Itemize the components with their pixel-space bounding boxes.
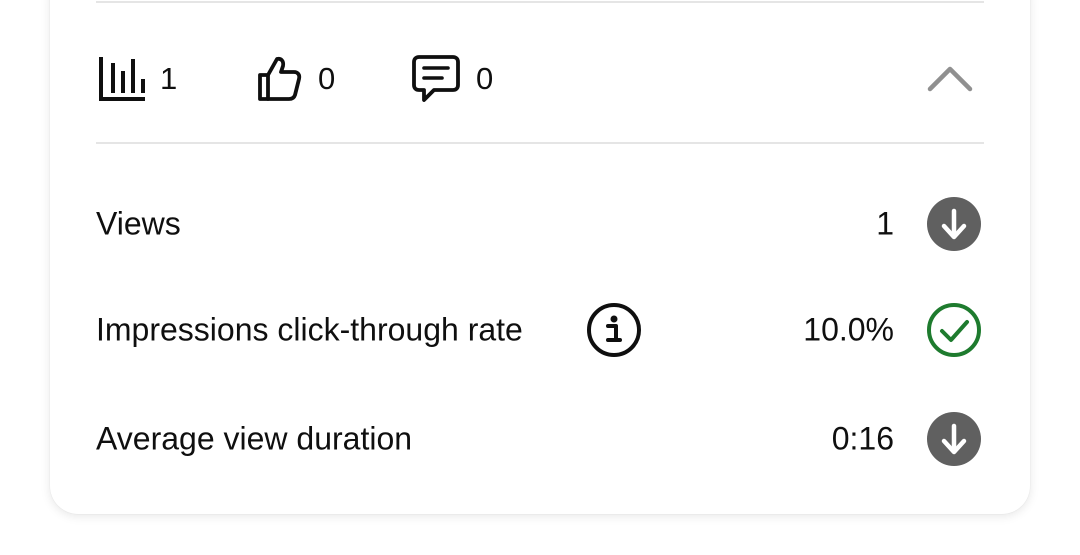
metric-value: 10.0%	[803, 311, 894, 348]
collapse-button[interactable]	[926, 54, 974, 102]
likes-count: 0	[318, 60, 336, 96]
info-icon[interactable]	[586, 302, 642, 358]
views-stat: 1	[96, 48, 177, 108]
comments-count: 0	[476, 60, 494, 96]
metric-row-ctr: Impressions click-through rate 10.0%	[96, 300, 984, 360]
metric-label: Average view duration	[96, 420, 413, 457]
top-divider	[96, 1, 984, 3]
metric-row-average-view-duration: Average view duration 0:16	[96, 409, 984, 469]
arrow-down-circle-icon	[926, 411, 982, 467]
metric-value: 1	[876, 205, 894, 242]
check-circle-icon	[926, 302, 982, 358]
likes-stat: 0	[254, 48, 335, 108]
thumbs-up-icon	[254, 53, 304, 103]
section-divider	[96, 142, 984, 144]
chevron-up-icon	[926, 63, 974, 93]
comment-icon	[410, 52, 462, 104]
metric-label: Impressions click-through rate	[96, 311, 523, 348]
metric-row-views: Views 1	[96, 194, 984, 254]
comments-stat: 0	[410, 48, 493, 108]
bar-chart-icon	[96, 53, 146, 103]
metric-value: 0:16	[831, 420, 894, 457]
engagement-stats-row: 1 0 0	[96, 48, 984, 108]
metric-label: Views	[96, 205, 181, 242]
views-count: 1	[160, 60, 178, 96]
arrow-down-circle-icon	[926, 196, 982, 252]
